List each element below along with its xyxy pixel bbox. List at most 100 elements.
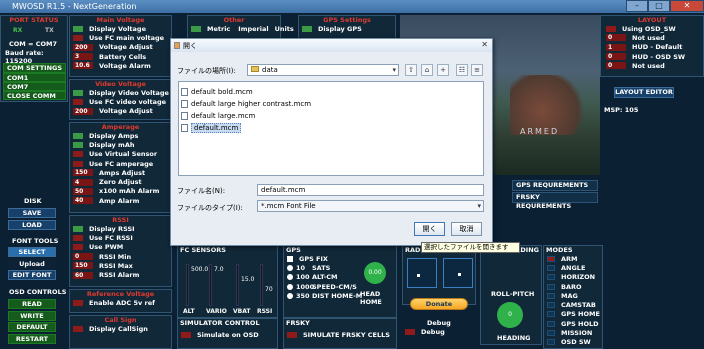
file-list[interactable]: default bold.mcm default large higher con… bbox=[178, 81, 484, 176]
main-voltage-value-4[interactable]: 10.6 bbox=[73, 62, 93, 70]
layout-value-4[interactable]: 0 bbox=[606, 62, 626, 70]
main-voltage-label: Use FC main voltage bbox=[89, 33, 165, 42]
restart-button[interactable]: RESTART bbox=[8, 334, 56, 344]
cancel-button[interactable]: 取消 bbox=[451, 222, 482, 236]
select-font-button[interactable]: SELECT bbox=[8, 247, 56, 257]
title-bar: MWOSD R1.5 - NextGeneration – □ ✕ bbox=[0, 0, 704, 13]
amperage-value-6[interactable]: 50 bbox=[73, 187, 93, 195]
amperage-row: 50 x100 mAh Alarm bbox=[70, 187, 171, 196]
mode-label: CAMSTAB bbox=[561, 301, 596, 310]
rssi-value-5[interactable]: 60 bbox=[73, 271, 93, 279]
mode-indicator bbox=[547, 292, 555, 299]
details-view-icon[interactable]: ≡ bbox=[471, 64, 483, 76]
rssi-toggle-1[interactable] bbox=[73, 234, 83, 241]
upload-font-button[interactable]: Upload bbox=[8, 259, 56, 269]
gps-radio-0[interactable] bbox=[287, 264, 293, 271]
file-name-input[interactable]: default.mcm bbox=[257, 184, 484, 196]
video-voltage-value-2[interactable]: 200 bbox=[73, 107, 93, 115]
sensor-slider-3[interactable] bbox=[260, 264, 263, 306]
video-voltage-toggle-1[interactable] bbox=[73, 98, 83, 105]
gps-requirements-button[interactable]: GPS REQUREMENTS bbox=[512, 180, 598, 191]
simulate-osd-toggle[interactable] bbox=[181, 331, 191, 338]
maximize-button[interactable]: □ bbox=[648, 0, 670, 12]
main-voltage-value-3[interactable]: 3 bbox=[73, 53, 93, 61]
sensor-slider-0[interactable] bbox=[186, 264, 189, 306]
callsign-label: Display CallSign bbox=[89, 324, 148, 333]
layout-title: LAYOUT bbox=[637, 16, 667, 24]
main-voltage-value-2[interactable]: 200 bbox=[73, 43, 93, 51]
main-voltage-toggle-0[interactable] bbox=[73, 25, 83, 32]
metric-toggle[interactable] bbox=[191, 25, 201, 32]
file-item[interactable]: default large.mcm bbox=[179, 110, 483, 122]
gps-radio-2[interactable] bbox=[287, 283, 293, 290]
amperage-toggle-3[interactable] bbox=[73, 160, 83, 167]
amperage-toggle-0[interactable] bbox=[73, 132, 83, 139]
gps-radio-3[interactable] bbox=[287, 292, 293, 299]
file-item[interactable]: default bold.mcm bbox=[179, 86, 483, 98]
layout-value-1[interactable]: 0 bbox=[606, 34, 626, 42]
home-icon[interactable]: ⌂ bbox=[421, 64, 433, 76]
mode-label: ARM bbox=[561, 254, 578, 263]
layout-editor-button[interactable]: LAYOUT EDITOR bbox=[614, 87, 674, 98]
close-comm-button[interactable]: CLOSE COMM bbox=[3, 91, 66, 100]
gps-radio-1[interactable] bbox=[287, 274, 293, 281]
com-status: COM = COM7 bbox=[9, 40, 58, 48]
new-folder-icon[interactable]: + bbox=[437, 64, 449, 76]
write-button[interactable]: WRITE bbox=[8, 311, 56, 321]
layout-value-2[interactable]: 1 bbox=[606, 43, 626, 51]
video-voltage-toggle-0[interactable] bbox=[73, 89, 83, 96]
amperage-value-5[interactable]: 4 bbox=[73, 178, 93, 186]
up-folder-icon[interactable]: ⇧ bbox=[405, 64, 417, 76]
gps-fix-checkbox[interactable] bbox=[287, 255, 293, 262]
main-voltage-toggle-1[interactable] bbox=[73, 34, 83, 41]
sensor-slider-2[interactable] bbox=[236, 264, 239, 306]
rssi-value-4[interactable]: 150 bbox=[73, 262, 93, 270]
dialog-close-icon[interactable]: ✕ bbox=[481, 40, 488, 49]
donate-button[interactable]: Donate bbox=[410, 298, 468, 310]
com-item-7[interactable]: COM7 bbox=[3, 82, 66, 91]
load-button[interactable]: LOAD bbox=[8, 220, 56, 230]
amperage-row: Use FC amperage bbox=[70, 159, 171, 168]
layout-toggle-0[interactable] bbox=[606, 25, 616, 32]
amperage-toggle-2[interactable] bbox=[73, 151, 83, 158]
right-stick[interactable] bbox=[443, 258, 473, 288]
save-button[interactable]: SAVE bbox=[8, 208, 56, 218]
ref-voltage-toggle-0[interactable] bbox=[73, 299, 83, 306]
simulate-frsky-toggle[interactable] bbox=[287, 331, 297, 338]
gps-settings-panel: GPS Settings Display GPS bbox=[298, 15, 396, 40]
file-item[interactable]: default large higher contrast.mcm bbox=[179, 98, 483, 110]
look-in-value: data bbox=[262, 66, 278, 74]
rssi-toggle-2[interactable] bbox=[73, 244, 83, 251]
frsky-requirements-button[interactable]: FRSKY REQUREMENTS bbox=[512, 192, 598, 210]
list-view-icon[interactable]: ☷ bbox=[456, 64, 468, 76]
look-in-select[interactable]: data ▾ bbox=[247, 64, 399, 76]
ref-voltage-label: Enable ADC 5v ref bbox=[89, 298, 155, 307]
amperage-value-7[interactable]: 40 bbox=[73, 197, 93, 205]
sensor-value-0: 500.0 bbox=[191, 266, 209, 273]
display-gps-toggle[interactable] bbox=[302, 25, 312, 32]
sensor-slider-1[interactable] bbox=[209, 264, 212, 306]
file-item[interactable]: default.mcm bbox=[179, 122, 483, 134]
default-button[interactable]: DEFAULT bbox=[8, 322, 56, 332]
open-button[interactable]: 開く bbox=[414, 222, 445, 236]
read-button[interactable]: READ bbox=[8, 299, 56, 309]
minimize-button[interactable]: – bbox=[626, 0, 648, 12]
gps-value: 100 bbox=[296, 273, 310, 282]
close-button[interactable]: ✕ bbox=[670, 0, 704, 12]
file-type-select[interactable]: *.mcm Font File ▾ bbox=[257, 200, 484, 212]
rssi-value-3[interactable]: 0 bbox=[73, 253, 93, 261]
amperage-toggle-1[interactable] bbox=[73, 141, 83, 148]
edit-font-button[interactable]: EDIT FONT bbox=[8, 270, 56, 280]
rssi-toggle-0[interactable] bbox=[73, 225, 83, 232]
mode-indicator bbox=[547, 264, 555, 271]
debug-toggle[interactable] bbox=[405, 328, 415, 335]
com-item-1[interactable]: COM1 bbox=[3, 73, 66, 82]
left-stick[interactable] bbox=[407, 258, 437, 288]
video-voltage-row: Use FC video voltage bbox=[70, 97, 171, 106]
amperage-value-4[interactable]: 150 bbox=[73, 169, 93, 177]
com-settings-dropdown[interactable]: COM SETTINGS▾ bbox=[3, 63, 66, 80]
main-voltage-row: Use FC main voltage bbox=[70, 33, 171, 42]
layout-value-3[interactable]: 0 bbox=[606, 53, 626, 61]
amperage-panel: Amperage Display Amps Display mAh Use Virt… bbox=[69, 122, 172, 213]
callsign-toggle-0[interactable] bbox=[73, 325, 83, 332]
